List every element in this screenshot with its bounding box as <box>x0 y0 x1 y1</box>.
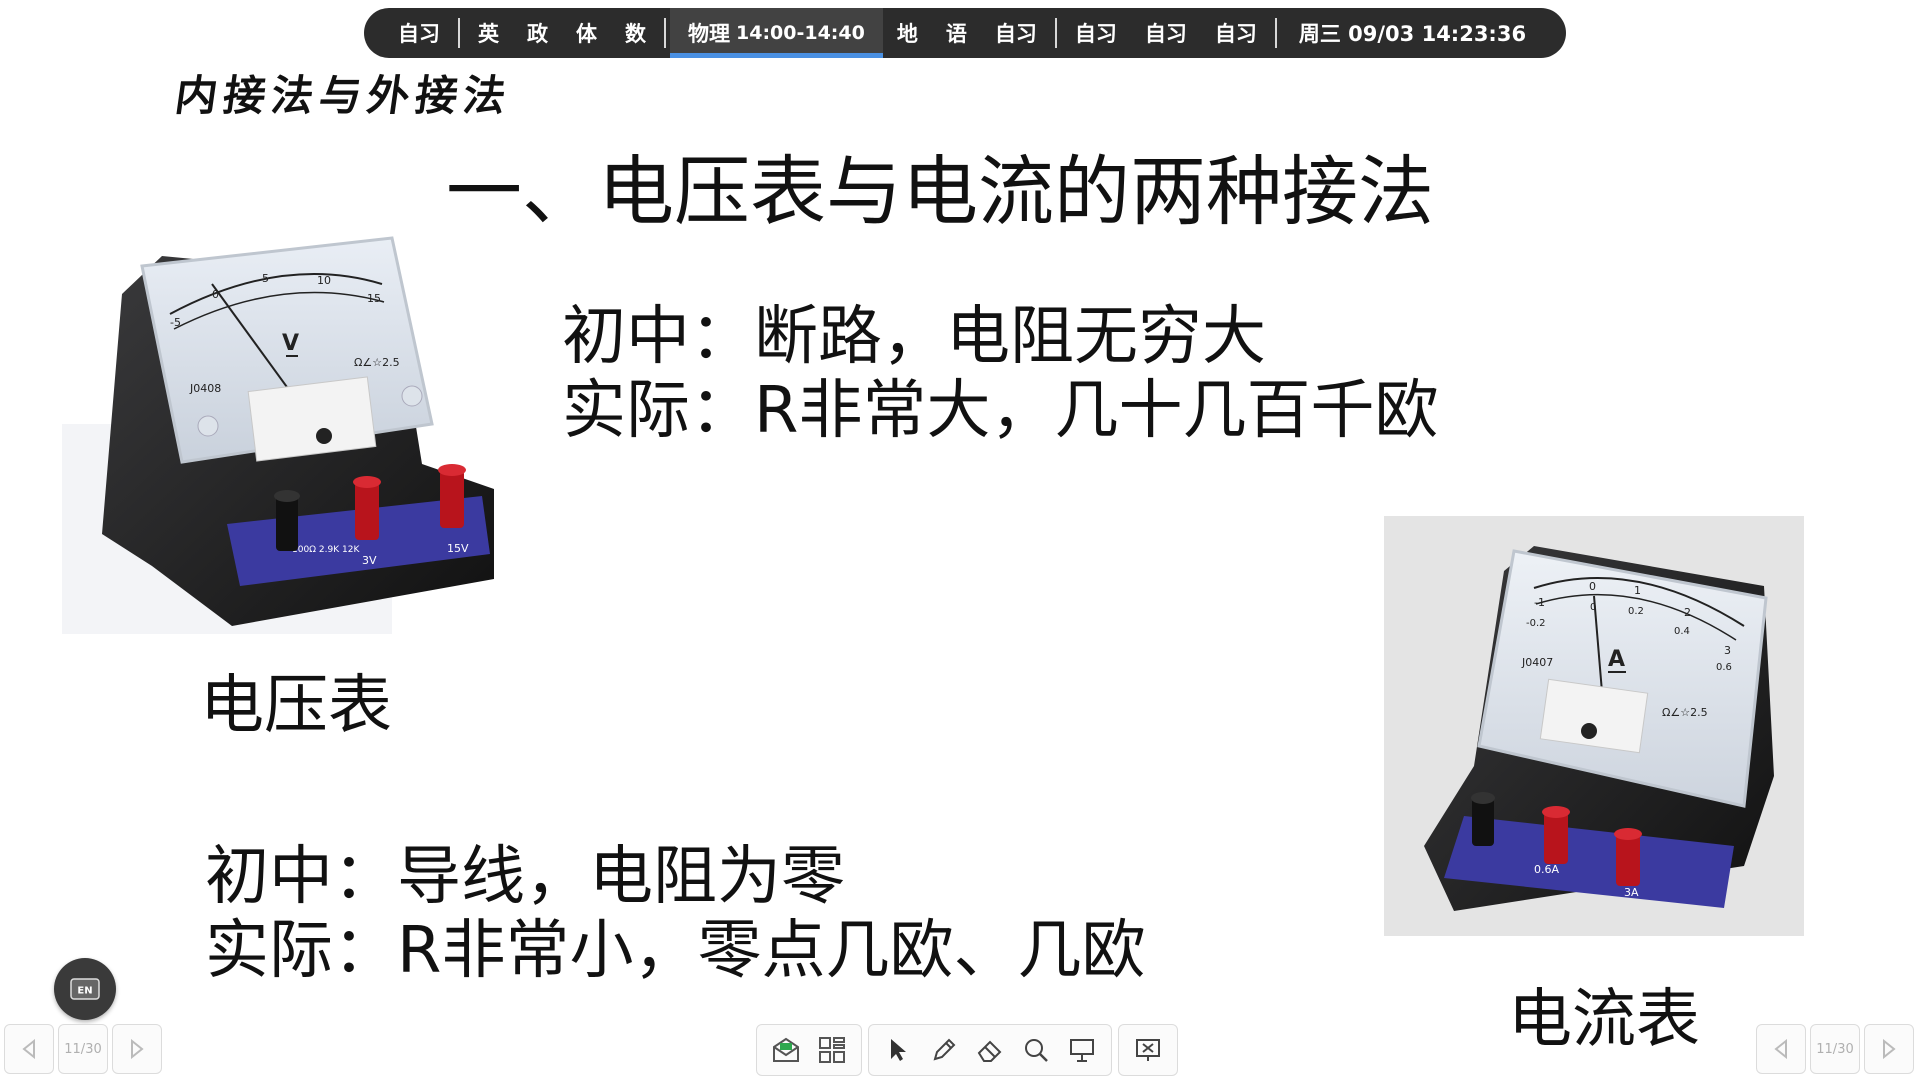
schedule-item[interactable]: 自习 <box>981 18 1051 48</box>
voltmeter-line-junior: 初中：断路，电阻无穷大 <box>562 300 1266 374</box>
envelope-icon <box>773 1037 799 1062</box>
current-time: 14:00-14:40 <box>736 22 865 44</box>
schedule-item[interactable]: 数 <box>611 18 660 48</box>
tool-dock <box>756 1024 1178 1076</box>
main-heading: 一、电压表与电流的两种接法 <box>446 147 1434 236</box>
prev-page-button[interactable] <box>4 1024 54 1074</box>
current-subject: 物理 <box>688 22 730 46</box>
ammeter-line-junior: 初中：导线，电阻为零 <box>205 840 845 914</box>
ammeter-class-mark: Ω∠☆2.5 <box>1662 706 1708 719</box>
envelope-tool-button[interactable] <box>763 1027 809 1073</box>
schedule-item[interactable]: 体 <box>562 18 611 48</box>
close-presentation-icon <box>1136 1039 1160 1061</box>
schedule-divider <box>1054 18 1057 48</box>
language-button[interactable]: EN <box>54 958 116 1020</box>
voltmeter-photo: -5 0 5 10 15 V J0408 Ω∠☆2.5 100Ω 2.9K 12… <box>62 236 494 634</box>
pen-icon <box>933 1038 956 1061</box>
handwritten-title: 内接法与外接法 <box>172 71 516 120</box>
ammeter-terminal-label: 3A <box>1624 886 1639 899</box>
ammeter-terminal-label: 0.6A <box>1534 863 1559 876</box>
eraser-icon <box>977 1040 1002 1062</box>
page-navigator-left: 11/30 <box>4 1024 162 1074</box>
zoom-icon <box>1025 1039 1048 1062</box>
voltmeter-terminal-label: 3V <box>362 554 377 567</box>
ammeter-photo: -1 0 1 2 3 -0.2 0 0.2 0.4 0.6 A J0407 Ω∠… <box>1384 516 1804 936</box>
schedule-current-class[interactable]: 物理 14:00-14:40 <box>670 8 883 58</box>
chevron-left-icon <box>1774 1039 1787 1059</box>
pointer-tool-button[interactable] <box>875 1027 921 1073</box>
voltmeter-caption: 电压表 <box>200 669 392 743</box>
close-presentation-button[interactable] <box>1125 1027 1171 1073</box>
voltmeter-scale-label: 5 <box>262 272 269 285</box>
page-navigator-right: 11/30 <box>1756 1024 1914 1074</box>
voltmeter-terminal-label: 15V <box>447 542 469 555</box>
ammeter-scale-label: 1 <box>1634 584 1641 597</box>
qr-icon <box>819 1037 845 1063</box>
chevron-right-icon <box>131 1039 144 1059</box>
eraser-tool-button[interactable] <box>967 1027 1013 1073</box>
ammeter-caption: 电流表 <box>1508 983 1700 1057</box>
schedule-divider <box>664 18 666 48</box>
ammeter-scale-label: -1 <box>1534 596 1545 609</box>
voltmeter-line-actual: 实际：R非常大，几十几百千欧 <box>562 374 1439 448</box>
chevron-left-icon <box>22 1039 35 1059</box>
schedule-bar: 自习 英 政 体 数 物理 14:00-14:40 地 语 自习 自习 自习 自… <box>364 8 1566 58</box>
zoom-tool-button[interactable] <box>1013 1027 1059 1073</box>
schedule-item[interactable]: 英 <box>464 18 513 48</box>
schedule-item[interactable]: 地 <box>883 18 932 48</box>
ammeter-scale-label: 2 <box>1684 606 1691 619</box>
schedule-item[interactable]: 政 <box>513 18 562 48</box>
schedule-item[interactable]: 自习 <box>384 18 454 48</box>
ammeter-line-actual: 实际：R非常小，零点几欧、几欧 <box>205 914 1146 988</box>
page-indicator[interactable]: 11/30 <box>1810 1024 1860 1074</box>
keyboard-language-icon: EN <box>70 978 100 1000</box>
ammeter-scale-label: 0.4 <box>1674 626 1690 637</box>
pen-tool-button[interactable] <box>921 1027 967 1073</box>
ammeter-scale-label: 0.2 <box>1628 606 1644 617</box>
voltmeter-description: 初中：断路，电阻无穷大 实际：R非常大，几十几百千欧 <box>562 300 1438 448</box>
voltmeter-scale-label: 15 <box>367 292 381 305</box>
voltmeter-class-mark: Ω∠☆2.5 <box>354 356 400 369</box>
tool-group-exit <box>1118 1024 1178 1076</box>
chevron-right-icon <box>1883 1039 1896 1059</box>
tool-group-apps <box>756 1024 862 1076</box>
voltmeter-panel-text: 100Ω 2.9K 12K <box>292 545 360 555</box>
next-page-button[interactable] <box>112 1024 162 1074</box>
voltmeter-model: J0408 <box>189 382 221 395</box>
pointer-icon <box>891 1039 906 1061</box>
page-indicator[interactable]: 11/30 <box>58 1024 108 1074</box>
tool-group-drawing <box>868 1024 1112 1076</box>
schedule-item[interactable]: 语 <box>932 18 981 48</box>
whiteboard-icon <box>1070 1039 1094 1062</box>
ammeter-symbol: A <box>1608 647 1625 672</box>
prev-page-button[interactable] <box>1756 1024 1806 1074</box>
language-label: EN <box>77 986 92 997</box>
schedule-item[interactable]: 自习 <box>1201 18 1271 48</box>
voltmeter-symbol: V <box>282 331 299 356</box>
apps-tool-button[interactable] <box>809 1027 855 1073</box>
schedule-divider <box>458 18 460 48</box>
voltmeter-scale-label: 10 <box>317 274 331 287</box>
schedule-divider <box>1274 18 1277 48</box>
schedule-item[interactable]: 自习 <box>1131 18 1201 48</box>
ammeter-scale-label: 3 <box>1724 644 1731 657</box>
ammeter-description: 初中：导线，电阻为零 实际：R非常小，零点几欧、几欧 <box>205 840 1145 988</box>
ammeter-scale-label: -0.2 <box>1526 618 1546 629</box>
ammeter-scale-label: 0.6 <box>1716 662 1732 673</box>
ammeter-model: J0407 <box>1521 656 1553 669</box>
whiteboard-tool-button[interactable] <box>1059 1027 1105 1073</box>
next-page-button[interactable] <box>1864 1024 1914 1074</box>
schedule-item[interactable]: 自习 <box>1061 18 1131 48</box>
schedule-datetime: 周三 09/03 14:23:36 <box>1298 22 1527 46</box>
voltmeter-scale-label: -5 <box>170 316 181 329</box>
ammeter-scale-label: 0 <box>1589 580 1596 593</box>
